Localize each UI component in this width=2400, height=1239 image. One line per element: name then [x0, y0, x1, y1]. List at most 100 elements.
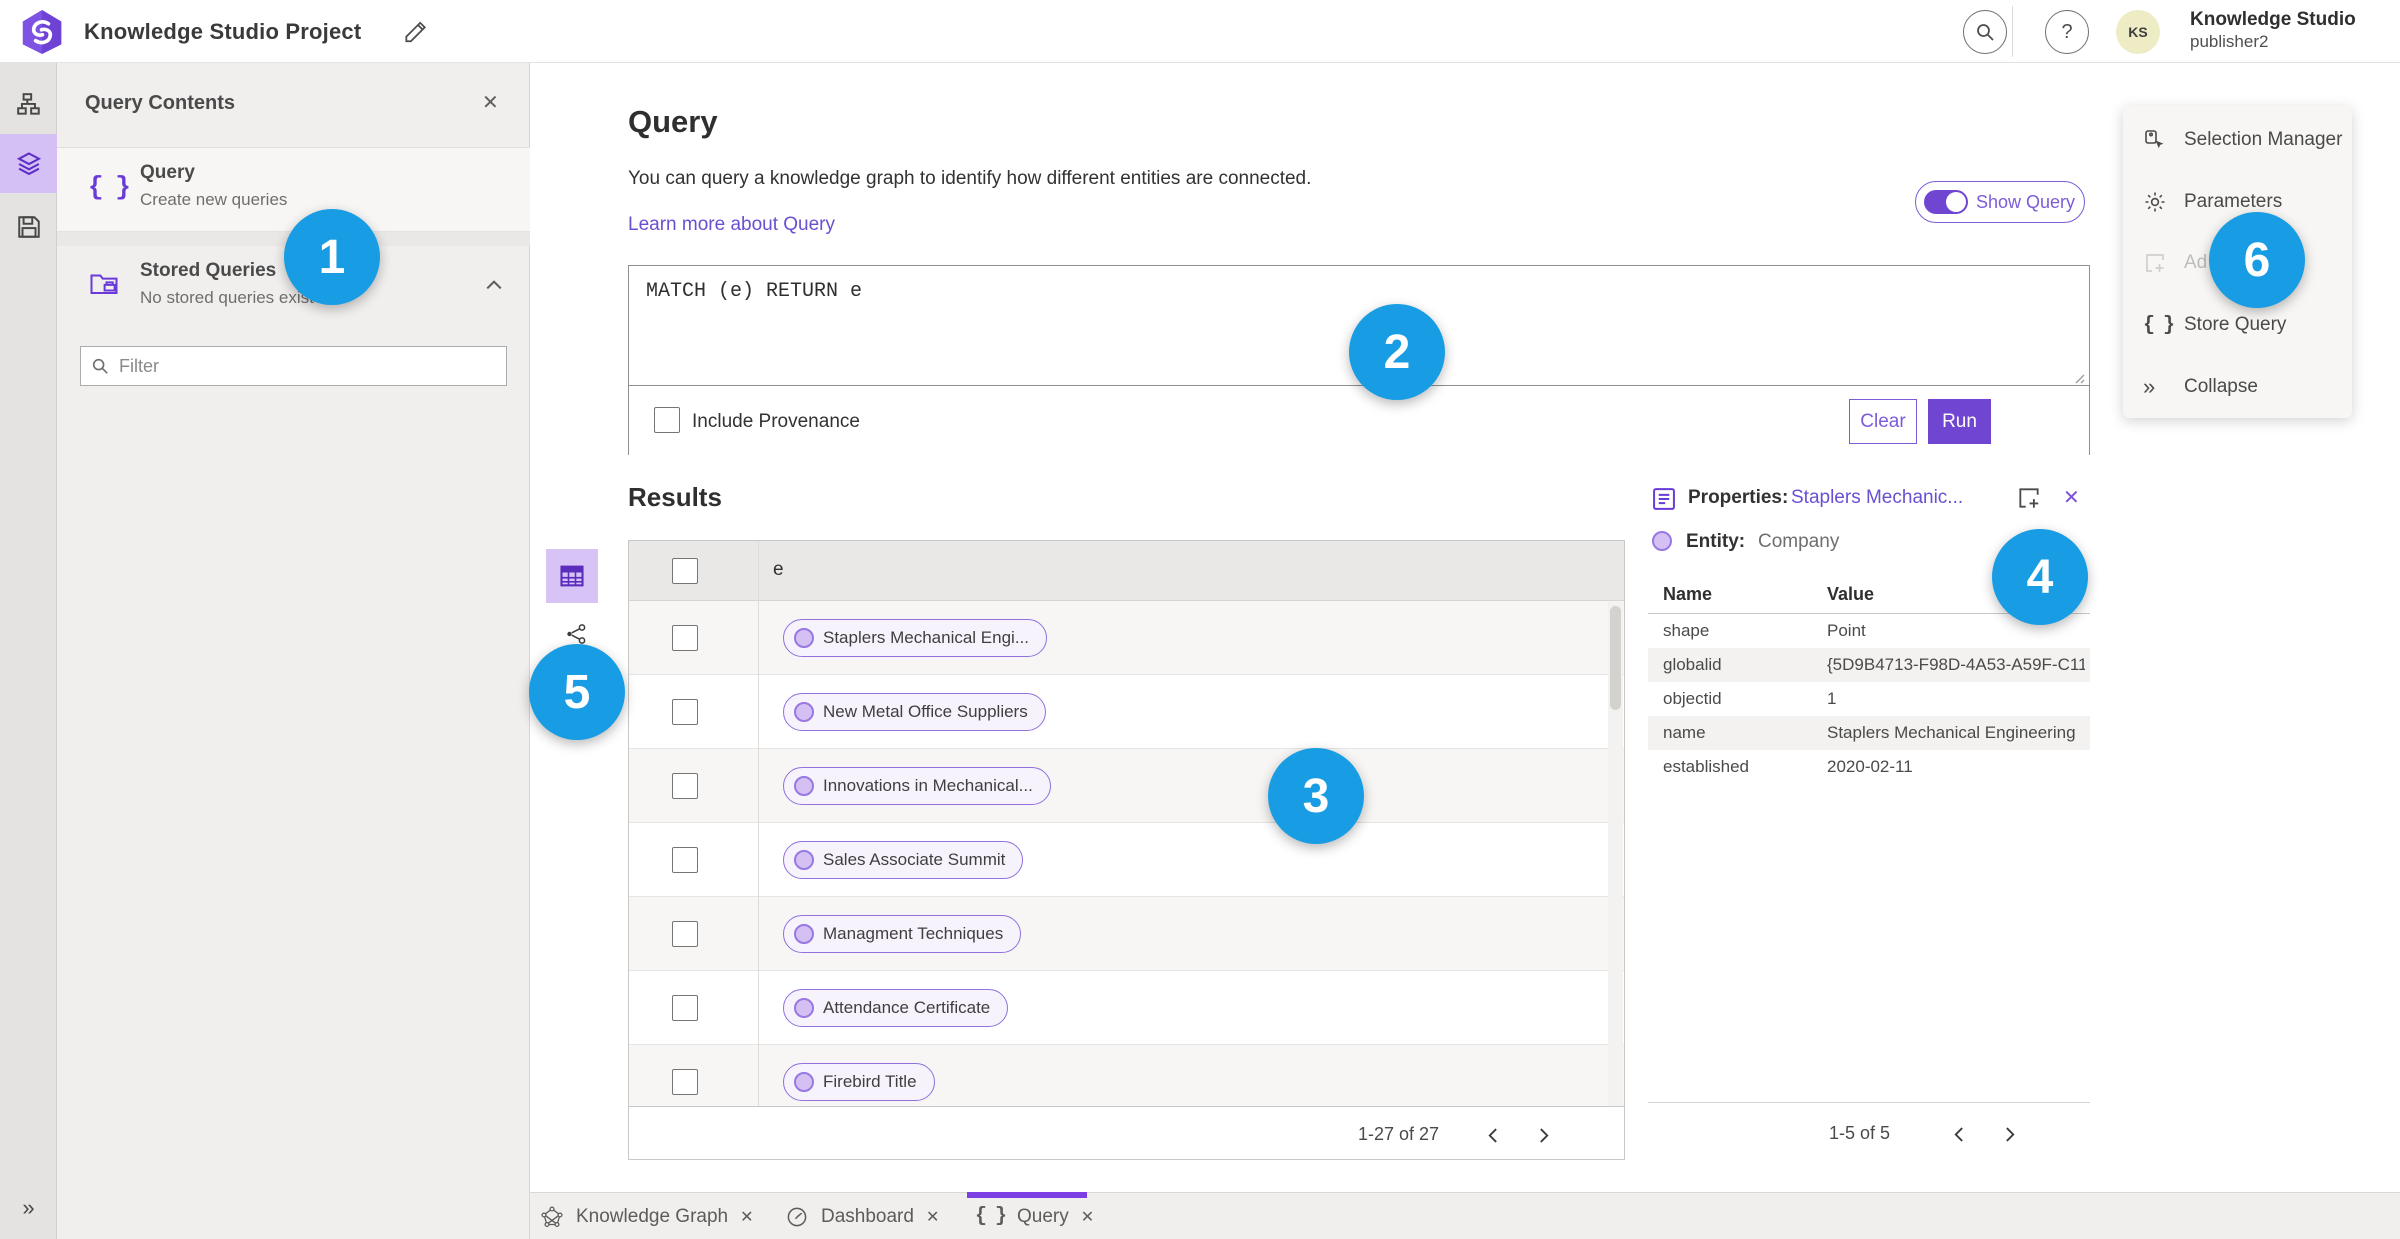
- entity-dot-icon: [794, 702, 814, 722]
- property-row: globalid {5D9B4713-F98D-4A53-A59F-C11...: [1648, 648, 2090, 682]
- tab-close-icon[interactable]: ✕: [1081, 1207, 1094, 1227]
- row-checkbox[interactable]: [672, 921, 698, 947]
- results-next-page-button[interactable]: [1532, 1123, 1556, 1147]
- user-avatar[interactable]: KS: [2116, 10, 2160, 54]
- toggle-switch-on[interactable]: [1924, 190, 1968, 214]
- stored-queries-folder-icon: [88, 268, 120, 303]
- results-table: e Staplers Mechanical Engi... New Metal …: [628, 540, 1625, 1160]
- result-row: Innovations in Mechanical...: [629, 749, 1624, 823]
- learn-more-link[interactable]: Learn more about Query: [628, 214, 835, 236]
- entity-pill[interactable]: Firebird Title: [783, 1063, 935, 1101]
- tab-label: Query: [1017, 1205, 1069, 1227]
- rail-item-save[interactable]: [0, 197, 57, 256]
- entity-pill[interactable]: Innovations in Mechanical...: [783, 767, 1051, 805]
- results-range-label: 1-27 of 27: [1357, 1124, 1439, 1144]
- row-checkbox[interactable]: [672, 625, 698, 651]
- show-query-toggle[interactable]: Show Query: [1915, 181, 2085, 223]
- properties-entity-link[interactable]: Staplers Mechanic...: [1791, 487, 1963, 509]
- clear-button[interactable]: Clear: [1849, 399, 1917, 444]
- query-controls-row: Include Provenance Clear Run: [629, 386, 2089, 455]
- search-icon: [1977, 24, 1994, 41]
- chevron-left-icon: [1487, 1127, 1497, 1143]
- store-query-item[interactable]: { } Store Query: [2123, 301, 2352, 349]
- panel-close-icon[interactable]: ✕: [482, 90, 499, 115]
- tab-label: Knowledge Graph: [576, 1205, 729, 1227]
- item-title: Query: [140, 162, 195, 183]
- expand-rail-button[interactable]: »: [0, 1178, 57, 1237]
- properties-close-icon[interactable]: ✕: [2063, 485, 2080, 510]
- contents-item-query[interactable]: { } Query Create new queries: [57, 148, 530, 232]
- entity-pill[interactable]: Managment Techniques: [783, 915, 1022, 953]
- query-page-heading: Query: [628, 104, 718, 139]
- select-all-checkbox[interactable]: [672, 558, 698, 584]
- braces-icon: { }: [88, 172, 131, 202]
- include-provenance-label: Include Provenance: [692, 411, 860, 432]
- selection-manager-icon: [2145, 130, 2164, 149]
- entity-dot-icon: [794, 924, 814, 944]
- annotation-badge-2: 2: [1349, 304, 1445, 400]
- table-view-toggle-selected[interactable]: [546, 549, 598, 603]
- chevron-up-icon: [486, 280, 502, 290]
- rail-item-layers-selected[interactable]: [0, 134, 57, 193]
- tab-knowledge-graph[interactable]: Knowledge Graph ✕: [540, 1193, 754, 1239]
- item-subtitle: No stored queries exist: [140, 288, 314, 307]
- project-title: Knowledge Studio Project: [84, 19, 362, 44]
- edit-title-pencil-icon[interactable]: [402, 19, 428, 45]
- name-column-header: Name: [1663, 584, 1713, 604]
- save-icon: [17, 215, 40, 238]
- bottom-tab-bar: Knowledge Graph ✕ Dashboard ✕ { } Query …: [530, 1192, 2400, 1239]
- data-model-icon: [16, 92, 40, 115]
- row-checkbox[interactable]: [672, 847, 698, 873]
- top-bar: Knowledge Studio Project ? KS Knowledge …: [0, 0, 2400, 63]
- scrollbar-thumb[interactable]: [1610, 606, 1621, 710]
- help-button[interactable]: ?: [2045, 10, 2089, 54]
- properties-next-page-button[interactable]: [1998, 1122, 2022, 1146]
- panel-title: Query Contents: [85, 92, 236, 114]
- results-scrollbar[interactable]: [1608, 602, 1623, 1106]
- annotation-badge-3: 3: [1268, 748, 1364, 844]
- annotation-badge-1: 1: [284, 209, 380, 305]
- user-role: publisher2: [2190, 31, 2269, 51]
- dashboard-gauge-icon: [787, 1207, 807, 1226]
- results-prev-page-button[interactable]: [1480, 1123, 1504, 1147]
- collapse-menu-item[interactable]: » Collapse: [2123, 363, 2352, 411]
- row-checkbox[interactable]: [672, 995, 698, 1021]
- collapse-section-button[interactable]: [485, 278, 503, 297]
- property-row: established 2020-02-11: [1663, 757, 1913, 776]
- result-row: Attendance Certificate: [629, 971, 1624, 1045]
- search-icon: [92, 358, 108, 374]
- add-to-new-icon: [2019, 488, 2039, 508]
- results-table-header: e: [629, 541, 1624, 601]
- selection-manager-item[interactable]: Selection Manager: [2123, 116, 2352, 164]
- entity-pill[interactable]: New Metal Office Suppliers: [783, 693, 1046, 731]
- entity-pill[interactable]: Staplers Mechanical Engi...: [783, 619, 1047, 657]
- run-button[interactable]: Run: [1928, 399, 1991, 444]
- chevron-right-icon: [2005, 1126, 2015, 1142]
- tab-close-icon[interactable]: ✕: [926, 1207, 939, 1227]
- entity-pill[interactable]: Sales Associate Summit: [783, 841, 1024, 879]
- result-row: Staplers Mechanical Engi...: [629, 601, 1624, 675]
- tab-query-active[interactable]: { } Query ✕: [975, 1193, 1094, 1239]
- entity-dot-icon: [794, 998, 814, 1018]
- properties-prev-page-button[interactable]: [1946, 1122, 1970, 1146]
- include-provenance-checkbox[interactable]: [654, 407, 680, 433]
- entity-pill[interactable]: Attendance Certificate: [783, 989, 1009, 1027]
- property-row: objectid 1: [1663, 689, 1837, 708]
- rail-item-data-model[interactable]: [0, 75, 57, 134]
- properties-doc-icon: [1653, 488, 1675, 510]
- row-checkbox[interactable]: [672, 699, 698, 725]
- filter-input[interactable]: [119, 355, 496, 377]
- tab-dashboard[interactable]: Dashboard ✕: [785, 1193, 939, 1239]
- app-window: Knowledge Studio Project ? KS Knowledge …: [0, 0, 2400, 1239]
- add-to-new-button[interactable]: [2016, 485, 2042, 516]
- gear-icon: [2145, 192, 2165, 212]
- avatar-initials: KS: [2128, 24, 2148, 40]
- tab-close-icon[interactable]: ✕: [740, 1207, 753, 1227]
- row-checkbox[interactable]: [672, 773, 698, 799]
- left-icon-rail: »: [0, 63, 57, 1239]
- entity-dot-icon: [794, 776, 814, 796]
- resize-grip-icon[interactable]: [2071, 370, 2085, 384]
- search-button[interactable]: [1963, 10, 2007, 54]
- properties-pagination-bar: 1-5 of 5: [1648, 1102, 2090, 1160]
- row-checkbox[interactable]: [672, 1069, 698, 1095]
